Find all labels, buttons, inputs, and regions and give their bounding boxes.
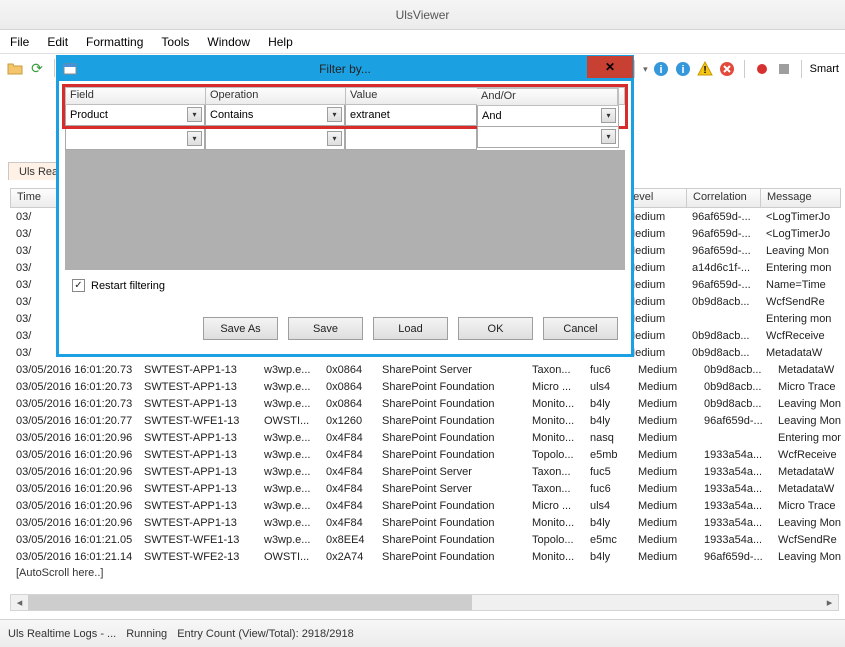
table-row[interactable]: 03/05/2016 16:01:20.77SWTEST-WFE1-13OWST… xyxy=(10,412,841,429)
scroll-left-arrow-icon[interactable]: ◂ xyxy=(11,595,28,610)
dropdown-caret-icon: ▾ xyxy=(187,131,202,146)
scroll-track[interactable] xyxy=(28,595,821,610)
toolbar-right: ▾ i i ! Smart xyxy=(630,55,839,83)
status-entry-count: Entry Count (View/Total): 2918/2918 xyxy=(177,628,354,640)
filter-field-value[interactable] xyxy=(66,105,204,125)
filter-operation-select[interactable]: ▾ xyxy=(205,105,345,126)
dialog-body-gray xyxy=(65,150,625,270)
restart-filtering-checkbox[interactable]: ✓ Restart filtering xyxy=(72,279,165,292)
smart-label[interactable]: Smart xyxy=(810,63,839,75)
info2-icon[interactable]: i xyxy=(674,60,692,78)
filter-value-text[interactable] xyxy=(346,105,476,125)
dropdown-caret-icon: ▾ xyxy=(327,131,342,146)
window-titlebar: UlsViewer xyxy=(0,0,845,30)
filter-value-input-2[interactable] xyxy=(345,129,477,150)
menu-help[interactable]: Help xyxy=(268,35,293,49)
table-row[interactable]: 03/05/2016 16:01:20.96SWTEST-APP1-13w3wp… xyxy=(10,446,841,463)
filter-col-value: Value xyxy=(346,88,478,104)
filter-field-select[interactable]: ▾ xyxy=(65,105,205,126)
cancel-button[interactable]: Cancel xyxy=(543,317,618,340)
menu-file[interactable]: File xyxy=(10,35,29,49)
table-row[interactable]: 03/05/2016 16:01:20.73SWTEST-APP1-13w3wp… xyxy=(10,395,841,412)
table-row[interactable]: 03/05/2016 16:01:21.14SWTEST-WFE2-13OWST… xyxy=(10,548,841,565)
menubar: File Edit Formatting Tools Window Help xyxy=(0,30,845,54)
filter-operation-select-2[interactable]: ▾ xyxy=(205,129,345,150)
autoscroll-marker: [AutoScroll here..] xyxy=(10,565,841,581)
refresh-icon[interactable]: ⟳ xyxy=(28,59,46,77)
horizontal-scrollbar[interactable]: ◂ ▸ xyxy=(10,594,839,611)
close-icon: ✕ xyxy=(605,60,615,74)
filter-operation-value[interactable] xyxy=(206,105,344,125)
filter-field-select-2[interactable]: ▾ xyxy=(65,129,205,150)
stop-icon[interactable] xyxy=(775,60,793,78)
saveas-button[interactable]: Save As xyxy=(203,317,278,340)
filter-grid: Field Operation Value And/Or ▾ ▾ And/Or xyxy=(65,84,625,150)
filter-col-andor2: And/Or xyxy=(477,89,618,105)
dialog-title: Filter by... xyxy=(319,62,371,76)
load-button[interactable]: Load xyxy=(373,317,448,340)
svg-text:!: ! xyxy=(703,65,706,76)
filter-col-operation: Operation xyxy=(206,88,346,104)
filter-row-2: ▾ ▾ xyxy=(65,129,625,150)
table-row[interactable]: 03/05/2016 16:01:20.96SWTEST-APP1-13w3wp… xyxy=(10,463,841,480)
table-row[interactable]: 03/05/2016 16:01:20.73SWTEST-APP1-13w3wp… xyxy=(10,378,841,395)
col-message[interactable]: Message xyxy=(761,189,841,207)
filter-andor-select[interactable]: ▾ xyxy=(477,106,619,127)
table-row[interactable]: 03/05/2016 16:01:21.05SWTEST-WFE1-13w3wp… xyxy=(10,531,841,548)
table-row[interactable]: 03/05/2016 16:01:20.96SWTEST-APP1-13w3wp… xyxy=(10,429,841,446)
ok-button[interactable]: OK xyxy=(458,317,533,340)
scroll-right-arrow-icon[interactable]: ▸ xyxy=(821,595,838,610)
dialog-close-button[interactable]: ✕ xyxy=(587,56,633,78)
table-row[interactable]: 03/05/2016 16:01:20.96SWTEST-APP1-13w3wp… xyxy=(10,497,841,514)
table-row[interactable]: 03/05/2016 16:01:20.73SWTEST-APP1-13w3wp… xyxy=(10,361,841,378)
record-icon[interactable] xyxy=(753,60,771,78)
save-button[interactable]: Save xyxy=(288,317,363,340)
dialog-titlebar[interactable]: Filter by... ✕ xyxy=(58,57,632,81)
menu-formatting[interactable]: Formatting xyxy=(86,35,143,49)
checkbox-icon[interactable]: ✓ xyxy=(72,279,85,292)
error-icon[interactable] xyxy=(718,60,736,78)
restart-filtering-label: Restart filtering xyxy=(91,280,165,292)
col-correlation[interactable]: Correlation xyxy=(687,189,761,207)
status-file: Uls Realtime Logs - ... xyxy=(8,628,116,640)
status-state: Running xyxy=(126,628,167,640)
menu-window[interactable]: Window xyxy=(207,35,250,49)
filter-value-input[interactable] xyxy=(345,105,477,126)
menu-edit[interactable]: Edit xyxy=(47,35,68,49)
filter-dialog: Filter by... ✕ Field Operation Value And… xyxy=(56,55,634,357)
svg-text:i: i xyxy=(659,64,662,76)
table-row[interactable]: 03/05/2016 16:01:20.96SWTEST-APP1-13w3wp… xyxy=(10,480,841,497)
svg-text:i: i xyxy=(681,64,684,76)
window-title: UlsViewer xyxy=(396,8,450,22)
warning-icon[interactable]: ! xyxy=(696,60,714,78)
statusbar: Uls Realtime Logs - ... Running Entry Co… xyxy=(0,619,845,647)
dropdown-caret-icon[interactable]: ▾ xyxy=(643,64,648,75)
dialog-app-icon xyxy=(62,61,78,77)
info-icon[interactable]: i xyxy=(652,60,670,78)
open-folder-icon[interactable] xyxy=(6,59,24,77)
table-row[interactable]: 03/05/2016 16:01:20.96SWTEST-APP1-13w3wp… xyxy=(10,514,841,531)
scroll-thumb[interactable] xyxy=(28,595,472,610)
menu-tools[interactable]: Tools xyxy=(161,35,189,49)
filter-col-field: Field xyxy=(66,88,206,104)
filter-andor-value[interactable] xyxy=(478,106,618,126)
dialog-button-row: Save As Save Load OK Cancel xyxy=(203,317,618,340)
